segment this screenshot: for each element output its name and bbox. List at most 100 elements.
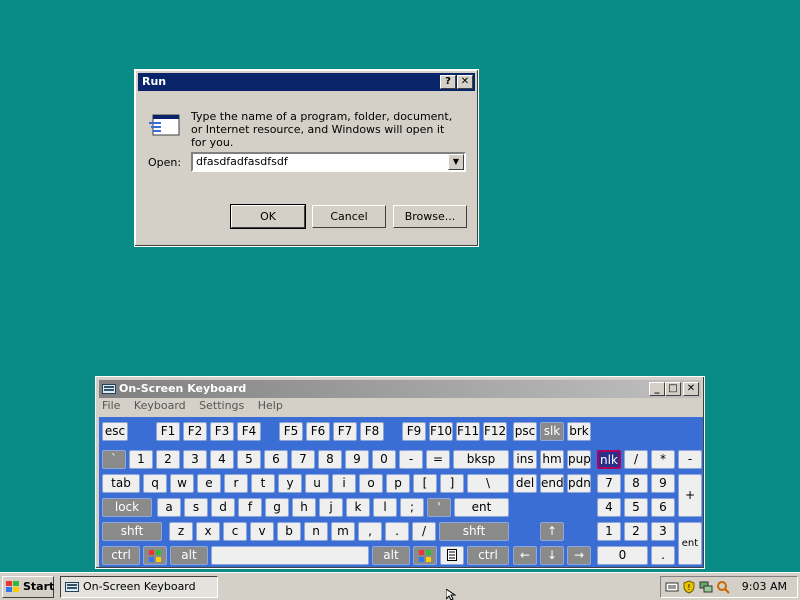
key-num-enter[interactable]: ent [678,522,702,565]
key-right-windows[interactable] [413,546,437,565]
key-num-8[interactable]: 8 [624,474,648,493]
key-num-add[interactable]: + [678,474,702,517]
key-num-2[interactable]: 2 [624,522,648,541]
key-6[interactable]: 6 [264,450,288,469]
key-8[interactable]: 8 [318,450,342,469]
key-right-arrow[interactable]: → [567,546,591,565]
key-num-decimal[interactable]: . [651,546,675,565]
key-f2[interactable]: F2 [183,422,207,441]
key-num-4[interactable]: 4 [597,498,621,517]
magnifier-icon[interactable] [716,580,730,594]
key-slash[interactable]: / [412,522,436,541]
key-a[interactable]: a [157,498,181,517]
key-tab[interactable]: tab [102,474,140,493]
key-num-7[interactable]: 7 [597,474,621,493]
key-end[interactable]: end [540,474,564,493]
key-0[interactable]: 0 [372,450,396,469]
key-quote[interactable]: ' [427,498,451,517]
key-e[interactable]: e [197,474,221,493]
key-m[interactable]: m [331,522,355,541]
key-brk[interactable]: brk [567,422,591,441]
key-4[interactable]: 4 [210,450,234,469]
key-num-5[interactable]: 5 [624,498,648,517]
menu-keyboard[interactable]: Keyboard [134,399,186,412]
key-t[interactable]: t [251,474,275,493]
key-f11[interactable]: F11 [456,422,480,441]
open-input-value[interactable]: dfasdfadfasdfsdf [196,155,288,168]
key-k[interactable]: k [346,498,370,517]
minimize-button[interactable]: _ [649,382,665,396]
key-y[interactable]: y [278,474,302,493]
osk-titlebar[interactable]: On-Screen Keyboard _ □ ✕ [99,380,701,398]
key-f4[interactable]: F4 [237,422,261,441]
key-9[interactable]: 9 [345,450,369,469]
key-right-alt[interactable]: alt [372,546,410,565]
key-f1[interactable]: F1 [156,422,180,441]
key-down-arrow[interactable]: ↓ [540,546,564,565]
key-caps-lock[interactable]: lock [102,498,152,517]
key-f6[interactable]: F6 [306,422,330,441]
key-c[interactable]: c [223,522,247,541]
key-p[interactable]: p [386,474,410,493]
network-icon[interactable] [699,580,713,594]
key-n[interactable]: n [304,522,328,541]
osk-close-button[interactable]: ✕ [683,382,699,396]
browse-button[interactable]: Browse... [393,205,467,228]
key-right-ctrl[interactable]: ctrl [467,546,509,565]
shield-icon[interactable]: ! [682,580,696,594]
key-menu[interactable] [440,546,464,565]
key-pdn[interactable]: pdn [567,474,591,493]
key-f10[interactable]: F10 [429,422,453,441]
key-num-subtract[interactable]: - [678,450,702,469]
key-minus[interactable]: - [399,450,423,469]
key-num-multiply[interactable]: * [651,450,675,469]
key-num-9[interactable]: 9 [651,474,675,493]
menu-file[interactable]: File [102,399,120,412]
key-g[interactable]: g [265,498,289,517]
key-s[interactable]: s [184,498,208,517]
key-2[interactable]: 2 [156,450,180,469]
key-semicolon[interactable]: ; [400,498,424,517]
maximize-button[interactable]: □ [665,382,681,396]
key-backspace[interactable]: bksp [453,450,509,469]
key-left-arrow[interactable]: ← [513,546,537,565]
run-titlebar[interactable]: Run ? ✕ [138,73,475,91]
key-right-bracket[interactable]: ] [440,474,464,493]
menu-settings[interactable]: Settings [199,399,244,412]
key-u[interactable]: u [305,474,329,493]
key-q[interactable]: q [143,474,167,493]
help-button[interactable]: ? [440,75,456,89]
key-left-ctrl[interactable]: ctrl [102,546,140,565]
key-right-shift[interactable]: shft [439,522,509,541]
close-button[interactable]: ✕ [457,75,473,89]
key-num-divide[interactable]: / [624,450,648,469]
key-w[interactable]: w [170,474,194,493]
key-nlk[interactable]: nlk [597,450,621,469]
key-slk[interactable]: slk [540,422,564,441]
key-left-windows[interactable] [143,546,167,565]
key-l[interactable]: l [373,498,397,517]
menu-help[interactable]: Help [258,399,283,412]
key-1[interactable]: 1 [129,450,153,469]
key-f[interactable]: f [238,498,262,517]
key-z[interactable]: z [169,522,193,541]
key-f9[interactable]: F9 [402,422,426,441]
dropdown-arrow-icon[interactable]: ▼ [448,154,464,170]
key-7[interactable]: 7 [291,450,315,469]
key-x[interactable]: x [196,522,220,541]
key-f12[interactable]: F12 [483,422,507,441]
key-del[interactable]: del [513,474,537,493]
key-r[interactable]: r [224,474,248,493]
key-f5[interactable]: F5 [279,422,303,441]
start-button[interactable]: Start [2,576,54,598]
clock[interactable]: 9:03 AM [742,577,787,597]
key-backslash[interactable]: \ [467,474,509,493]
key-i[interactable]: i [332,474,356,493]
key-esc[interactable]: esc [102,422,128,441]
key-num-0[interactable]: 0 [597,546,648,565]
cancel-button[interactable]: Cancel [312,205,386,228]
key-up-arrow[interactable]: ↑ [540,522,564,541]
key-j[interactable]: j [319,498,343,517]
key-grave[interactable]: ` [102,450,126,469]
key-ins[interactable]: ins [513,450,537,469]
